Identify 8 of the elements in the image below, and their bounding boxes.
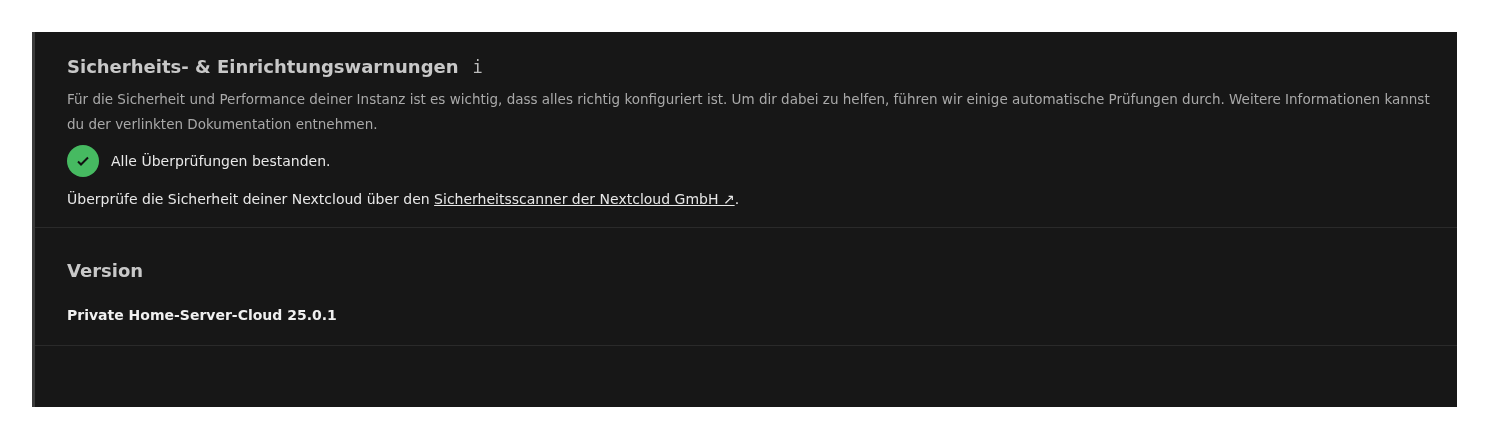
- info-icon[interactable]: i: [472, 56, 483, 77]
- section-title: Version: [67, 260, 145, 281]
- description-text: Für die Sicherheit und Performance deiner Instanz ist es wichtig, dass alles richtig konfiguriert ist. Um dir dabei zu helfen, führen wir einige automatische Prüfungen durch. Weitere Informationen kannst du der verlinkten Dokumentation entnehmen.: [67, 90, 1431, 134]
- status-text: Alle Überprüfungen bestanden.: [111, 153, 331, 169]
- scan-hint-text: Überprüfe die Sicherheit deiner Nextcloud über den Sicherheitsscanner der Nextcloud GmbH ↗.: [67, 191, 741, 207]
- section-title: Sicherheits- & Einrichtungswarnungen: [67, 56, 459, 77]
- version-text: Private Home-Server-Cloud 25.0.1: [67, 307, 338, 323]
- scanner-link[interactable]: Sicherheitsscanner der Nextcloud GmbH ↗: [434, 191, 735, 207]
